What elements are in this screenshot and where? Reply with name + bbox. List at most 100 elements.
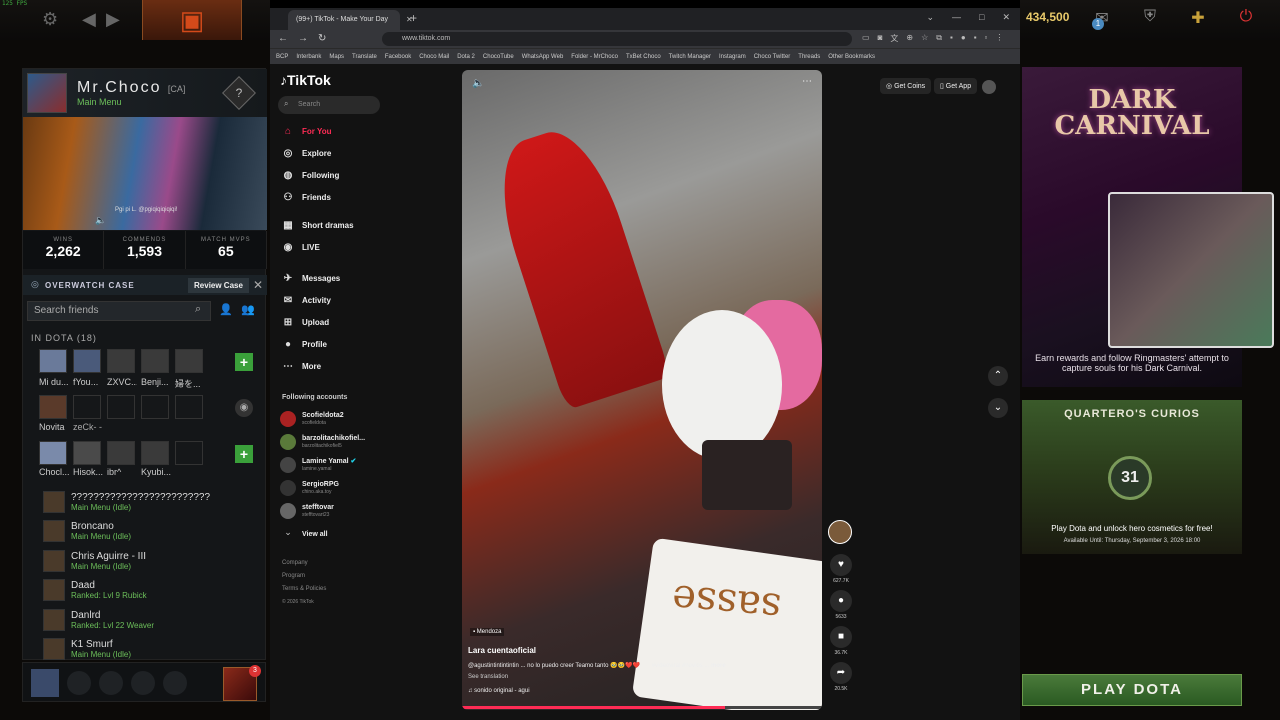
armory-icon[interactable]: ⛨ bbox=[1138, 8, 1162, 32]
nav-explore[interactable]: ◎ Explore bbox=[280, 144, 332, 162]
bookmark-item[interactable]: Choco Twitter bbox=[754, 54, 791, 60]
invite-plus-button[interactable]: + bbox=[235, 353, 253, 371]
sound-label[interactable]: ♫ sonido original - agui bbox=[468, 688, 530, 694]
cast-icon[interactable]: ▭ bbox=[862, 33, 870, 44]
previous-video-button[interactable]: ⌃ bbox=[988, 366, 1008, 386]
search-input[interactable]: Search bbox=[278, 96, 380, 114]
bookmark-item[interactable]: TxBet Choco bbox=[626, 54, 661, 60]
bookmark-star-icon[interactable]: ☆ bbox=[921, 33, 928, 44]
bookmark-item[interactable]: Dota 2 bbox=[457, 54, 475, 60]
friend-search-input[interactable]: Search friends bbox=[27, 301, 211, 321]
reload-icon[interactable]: ↻ bbox=[318, 33, 326, 44]
next-video-button[interactable]: ⌄ bbox=[988, 398, 1008, 418]
url-input[interactable]: www.tiktok.com bbox=[382, 32, 852, 46]
nav-friends[interactable]: ⚇ Friends bbox=[280, 188, 331, 206]
bookmark-item[interactable]: Folder - MrChoco bbox=[571, 54, 618, 60]
ext-icon[interactable]: ▪ bbox=[974, 33, 977, 44]
settings-gear-icon[interactable]: ⚙ bbox=[42, 9, 58, 30]
bookmark-item[interactable]: Facebook bbox=[385, 54, 411, 60]
friend-avatar[interactable] bbox=[39, 395, 67, 419]
dota-logo-icon[interactable]: ▣ bbox=[142, 0, 242, 40]
footer-link[interactable]: Program bbox=[282, 573, 305, 579]
party-slot[interactable] bbox=[99, 671, 123, 695]
creator-avatar[interactable] bbox=[828, 520, 852, 544]
party-slot[interactable] bbox=[67, 671, 91, 695]
nav-upload[interactable]: ⊞ Upload bbox=[280, 313, 329, 331]
like-action[interactable]: ♥ 627.7K bbox=[828, 554, 854, 584]
share-icon[interactable]: ➦ bbox=[830, 662, 852, 684]
bookmark-item[interactable]: Maps bbox=[329, 54, 344, 60]
extension-icon[interactable]: ⧉ bbox=[936, 33, 942, 44]
curios-card[interactable]: QUARTERO'S CURIOS 31 Play Dota and unloc… bbox=[1022, 400, 1242, 554]
nav-more[interactable]: ⋯ More bbox=[280, 357, 321, 375]
volume-icon[interactable]: 🔈 bbox=[472, 78, 484, 89]
invite-plus-button[interactable]: + bbox=[235, 445, 253, 463]
party-leader-avatar[interactable] bbox=[31, 669, 59, 697]
bookmark-item[interactable]: Translate bbox=[352, 54, 377, 60]
list-item[interactable]: Broncano Main Menu (Idle) bbox=[43, 517, 253, 547]
speaker-icon[interactable]: 🔈 bbox=[95, 215, 106, 226]
comment-icon[interactable]: ● bbox=[830, 590, 852, 612]
get-app-button[interactable]: ▯ Get App bbox=[934, 78, 978, 94]
bookmark-item[interactable]: ChocoTube bbox=[483, 54, 514, 60]
bookmark-item[interactable]: WhatsApp Web bbox=[522, 54, 564, 60]
camera-icon[interactable]: ◙ bbox=[878, 33, 883, 44]
list-item[interactable]: K1 Smurf Main Menu (Idle) bbox=[43, 635, 253, 665]
rank-badge[interactable]: ? bbox=[222, 76, 256, 110]
back-icon[interactable]: ← bbox=[278, 33, 288, 44]
window-close-icon[interactable]: ✕ bbox=[1002, 12, 1010, 23]
more-link[interactable]: more bbox=[711, 663, 726, 669]
list-item[interactable]: Danlrd Ranked: Lvl 22 Weaver bbox=[43, 605, 253, 635]
caption-tags[interactable]: #videoviral #novios ... bbox=[652, 663, 710, 669]
bookmark-item[interactable]: Twitch Manager bbox=[669, 54, 711, 60]
bookmark-icon[interactable]: ■ bbox=[830, 626, 852, 648]
nav-short-dramas[interactable]: ▦ Short dramas bbox=[280, 216, 353, 234]
location-tag[interactable]: ▪ Mendoza bbox=[470, 628, 505, 636]
bookmark-item[interactable]: Instagram bbox=[719, 54, 746, 60]
list-item[interactable]: Daad Ranked: Lvl 9 Rubick bbox=[43, 576, 253, 606]
power-icon[interactable]: ⏻ bbox=[1234, 8, 1258, 32]
video-player[interactable]: sasse 🔈 ⋯ ▪ Mendoza Lara cuentaoficial @… bbox=[462, 70, 822, 710]
list-item[interactable]: Chris Aguirre - III Main Menu (Idle) bbox=[43, 546, 253, 576]
menu-icon[interactable]: ⋮ bbox=[995, 33, 1003, 44]
ext-icon[interactable]: ▫ bbox=[985, 33, 988, 44]
nav-profile[interactable]: ● Profile bbox=[280, 335, 327, 353]
bookmark-item[interactable]: Threads bbox=[798, 54, 820, 60]
save-action[interactable]: ■ 36.7K bbox=[828, 626, 854, 656]
back-arrow-icon[interactable]: ◀ bbox=[82, 9, 96, 30]
tab-search-icon[interactable]: ⌄ bbox=[926, 12, 934, 23]
video-progress-bar[interactable] bbox=[462, 706, 822, 709]
share-action[interactable]: ➦ 20.5K bbox=[828, 662, 854, 692]
tab-tiktok[interactable]: (99+) TikTok - Make Your Day ✕ bbox=[288, 10, 413, 30]
footer-link[interactable]: Terms & Policies bbox=[282, 586, 326, 592]
heart-icon[interactable]: ♥ bbox=[830, 554, 852, 576]
nav-for-you[interactable]: ⌂ For You bbox=[280, 122, 332, 140]
review-case-button[interactable]: Review Case bbox=[188, 277, 249, 293]
search-icon[interactable]: ⌕ bbox=[195, 303, 201, 316]
battlepass-icon[interactable]: ✚ bbox=[1186, 8, 1210, 32]
friend-avatar[interactable] bbox=[39, 441, 67, 465]
forward-arrow-icon[interactable]: ▶ bbox=[106, 9, 120, 30]
bookmark-item[interactable]: Choco Mail bbox=[419, 54, 449, 60]
see-translation-link[interactable]: See translation bbox=[468, 674, 508, 680]
comment-action[interactable]: ● 5633 bbox=[828, 590, 854, 620]
nav-live[interactable]: ◉ LIVE bbox=[280, 238, 320, 256]
friend-avatar[interactable] bbox=[73, 441, 101, 465]
view-all-link[interactable]: ⌄ View all bbox=[280, 524, 327, 546]
ext-icon[interactable]: ▪ bbox=[950, 33, 953, 44]
friend-avatar[interactable] bbox=[73, 349, 101, 373]
ext-icon[interactable]: ● bbox=[961, 33, 966, 44]
add-friend-icon[interactable]: 👤 bbox=[219, 303, 233, 316]
account-item[interactable]: SergioRPG chino.aka.toy bbox=[280, 477, 339, 499]
forward-icon[interactable]: → bbox=[298, 33, 308, 44]
footer-link[interactable]: Company bbox=[282, 560, 308, 566]
close-icon[interactable]: ✕ bbox=[253, 278, 263, 292]
bookmark-item[interactable]: Other Bookmarks bbox=[828, 54, 875, 60]
maximize-icon[interactable]: □ bbox=[979, 12, 984, 23]
account-item[interactable]: barzolitachikofiel... barzolitachikofiel5 bbox=[280, 431, 365, 453]
nav-activity[interactable]: ✉ Activity bbox=[280, 291, 331, 309]
video-author[interactable]: Lara cuentaoficial bbox=[468, 646, 536, 655]
party-slot[interactable] bbox=[163, 671, 187, 695]
friend-avatar[interactable] bbox=[175, 349, 203, 373]
bookmark-item[interactable]: Interbank bbox=[296, 54, 321, 60]
